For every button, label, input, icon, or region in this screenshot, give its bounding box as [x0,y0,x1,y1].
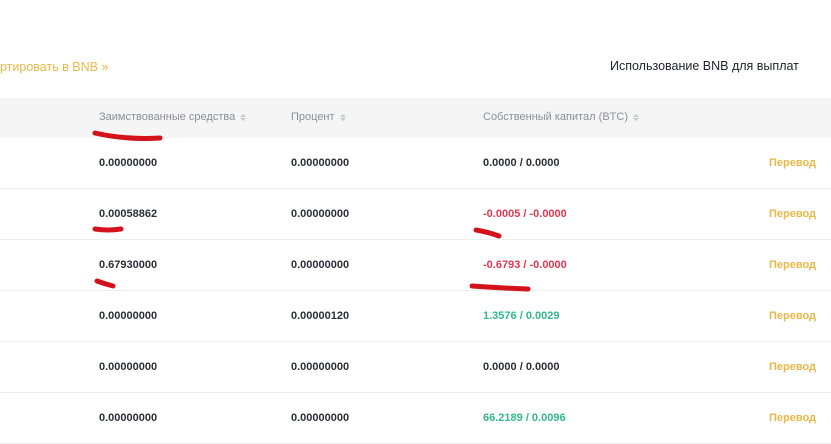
table-row: 0.00058862 0.00000000 -0.0005 / -0.0000 … [0,189,831,240]
sort-icon[interactable] [632,113,639,121]
equity-cell: 1.3576 / 0.0029 [483,310,560,322]
borrowed-cell: 0.00058862 [99,208,158,220]
bnb-usage-label: Использование BNB для выплат [610,59,799,73]
table-row: 0.00000000 0.00000000 66.2189 / 0.0096 П… [0,393,831,444]
interest-cell: 0.00000000 [291,208,350,220]
column-header-borrowed-label: Заимствованные средства [99,111,236,123]
transfer-button[interactable]: Перевод [769,361,816,373]
borrowed-cell: 0.00000000 [99,412,158,424]
table-body: 0.00000000 0.00000000 0.0000 / 0.0000 Пе… [0,138,831,444]
equity-cell: 0.0000 / 0.0000 [483,361,560,373]
interest-cell: 0.00000120 [291,310,350,322]
table-row: 0.67930000 0.00000000 -0.6793 / -0.0000 … [0,240,831,291]
equity-cell: 0.0000 / 0.0000 [483,157,560,169]
interest-cell: 0.00000000 [291,361,350,373]
convert-to-bnb-link[interactable]: ртировать в BNB » [0,60,108,74]
column-header-borrowed[interactable]: Заимствованные средства [99,111,247,123]
transfer-button[interactable]: Перевод [769,412,816,424]
equity-cell: 66.2189 / 0.0096 [483,412,566,424]
transfer-button[interactable]: Перевод [769,310,816,322]
interest-cell: 0.00000000 [291,412,350,424]
sort-icon[interactable] [339,113,346,121]
table-row: 0.00000000 0.00000000 0.0000 / 0.0000 Пе… [0,138,831,189]
interest-cell: 0.00000000 [291,259,350,271]
table-row: 0.00000000 0.00000000 0.0000 / 0.0000 Пе… [0,342,831,393]
column-header-interest[interactable]: Процент [291,111,346,123]
borrowed-cell: 0.00000000 [99,157,158,169]
column-header-equity-label: Собственный капитал (BTC) [483,111,628,123]
table-row: 0.00000000 0.00000120 1.3576 / 0.0029 Пе… [0,291,831,342]
borrowed-cell: 0.00000000 [99,361,158,373]
sort-icon[interactable] [240,113,247,121]
transfer-button[interactable]: Перевод [769,208,816,220]
column-header-interest-label: Процент [291,111,335,123]
table-header: Заимствованные средства Процент Собствен… [0,98,831,138]
borrowed-cell: 0.67930000 [99,259,158,271]
column-header-equity[interactable]: Собственный капитал (BTC) [483,111,639,123]
interest-cell: 0.00000000 [291,157,350,169]
transfer-button[interactable]: Перевод [769,259,816,271]
equity-cell: -0.0005 / -0.0000 [483,208,567,220]
equity-cell: -0.6793 / -0.0000 [483,259,567,271]
transfer-button[interactable]: Перевод [769,157,816,169]
borrowed-cell: 0.00000000 [99,310,158,322]
